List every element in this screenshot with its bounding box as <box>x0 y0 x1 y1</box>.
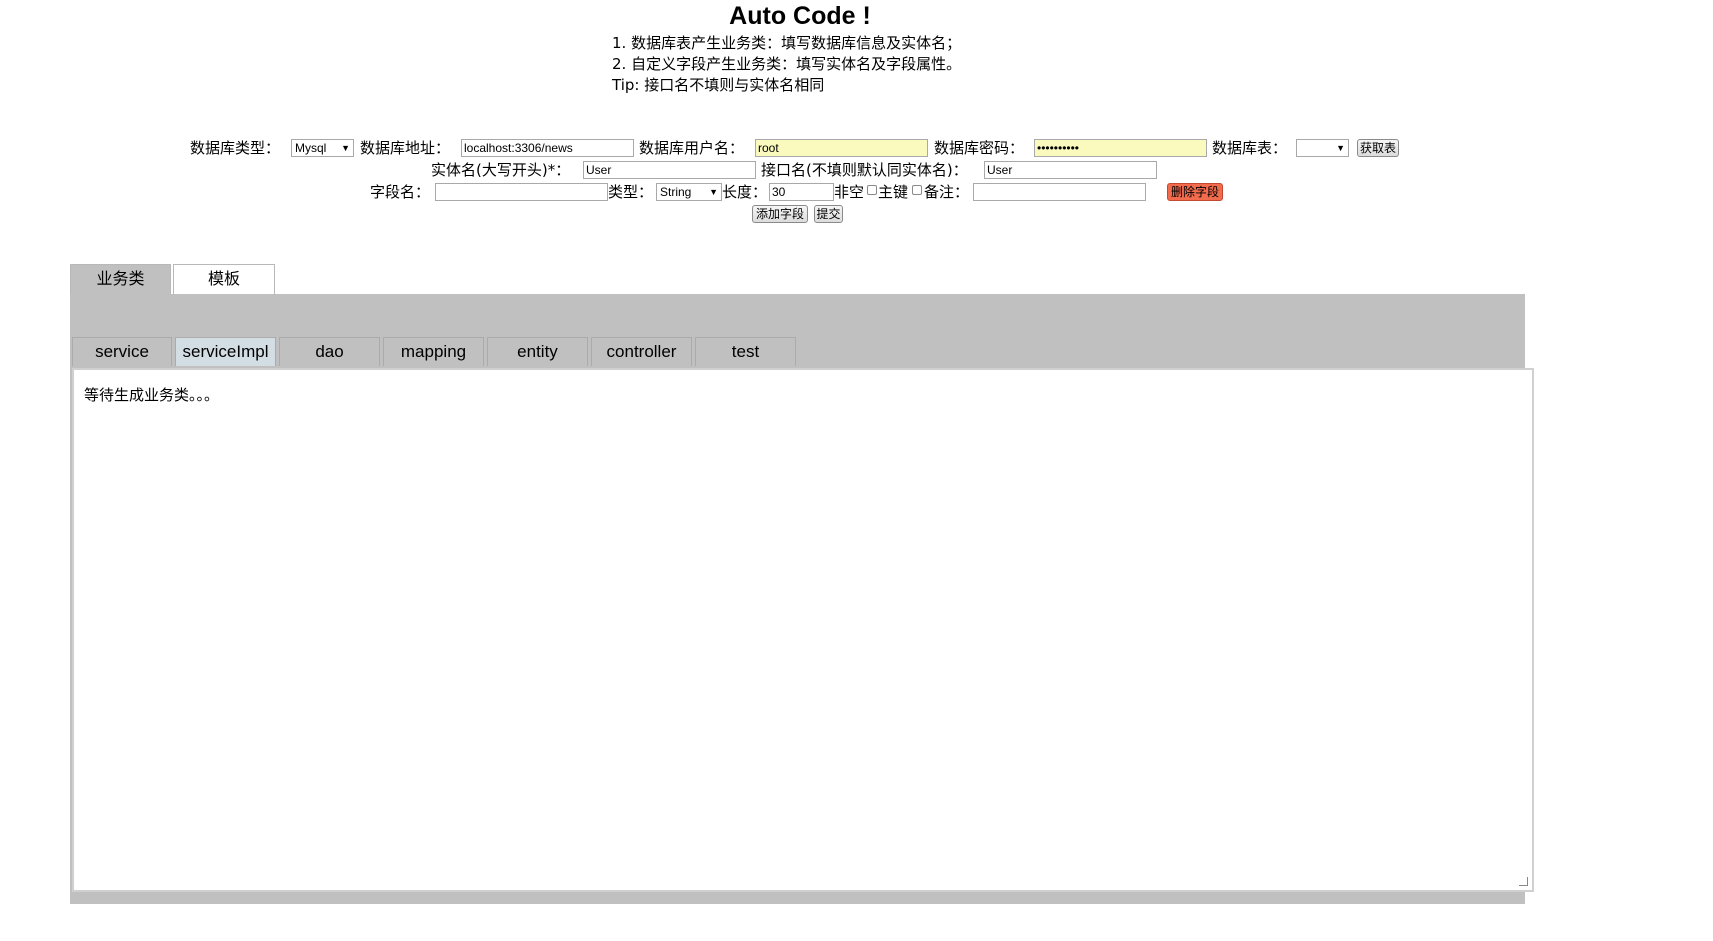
remark-label: 备注： <box>924 183 970 201</box>
instruction-tip: Tip: 接口名不填则与实体名相同 <box>612 76 825 94</box>
db-url-label: 数据库地址： <box>360 139 451 157</box>
output-textarea[interactable]: 等待生成业务类。。。 <box>72 368 1534 892</box>
get-tables-button[interactable]: 获取表 <box>1357 139 1399 157</box>
resize-handle-icon[interactable] <box>1519 877 1528 886</box>
dropdown-arrow-icon: ▼ <box>341 143 350 153</box>
not-null-label: 非空 <box>834 183 865 201</box>
interface-name-label: 接口名(不填则默认同实体名)： <box>761 161 968 179</box>
subtab-controller[interactable]: controller <box>591 337 692 366</box>
submit-button[interactable]: 提交 <box>814 205 843 223</box>
field-name-label: 字段名： <box>370 183 431 201</box>
db-user-label: 数据库用户名： <box>639 139 745 157</box>
tab-business-class[interactable]: 业务类 <box>70 264 171 295</box>
db-table-label: 数据库表： <box>1212 139 1288 157</box>
db-table-select[interactable]: ▼ <box>1296 139 1349 157</box>
db-user-input[interactable]: root <box>755 139 928 157</box>
instruction-line-1: 1. 数据库表产生业务类：填写数据库信息及实体名； <box>612 34 962 52</box>
length-input[interactable]: 30 <box>769 183 834 201</box>
length-label: 长度： <box>722 183 768 201</box>
db-url-input[interactable]: localhost:3306/news <box>461 139 634 157</box>
db-type-label: 数据库类型： <box>190 139 281 157</box>
not-null-checkbox[interactable] <box>867 185 877 195</box>
db-type-value: Mysql <box>295 141 327 155</box>
entity-name-input[interactable]: User <box>583 161 756 179</box>
primary-key-checkbox[interactable] <box>912 185 922 195</box>
page-title: Auto Code ! <box>729 2 871 30</box>
subtab-entity[interactable]: entity <box>487 337 588 366</box>
subtab-serviceimpl[interactable]: serviceImpl <box>175 337 276 366</box>
field-type-value: String <box>660 185 692 199</box>
output-text: 等待生成业务类。。。 <box>84 386 220 404</box>
field-type-label: 类型： <box>608 183 654 201</box>
field-type-select[interactable]: String ▼ <box>656 183 722 201</box>
dropdown-arrow-icon: ▼ <box>709 187 718 197</box>
field-name-input[interactable] <box>435 183 608 201</box>
db-type-select[interactable]: Mysql ▼ <box>291 139 354 157</box>
subtab-service[interactable]: service <box>72 337 172 366</box>
delete-field-button[interactable]: 删除字段 <box>1167 183 1223 201</box>
db-password-label: 数据库密码： <box>934 139 1025 157</box>
db-password-input[interactable]: •••••••••• <box>1034 139 1207 157</box>
add-field-button[interactable]: 添加字段 <box>752 205 808 223</box>
subtab-mapping[interactable]: mapping <box>383 337 484 366</box>
tab-template[interactable]: 模板 <box>173 264 275 295</box>
dropdown-arrow-icon: ▼ <box>1336 143 1345 153</box>
subtab-dao[interactable]: dao <box>279 337 380 366</box>
interface-name-input[interactable]: User <box>984 161 1157 179</box>
subtab-test[interactable]: test <box>695 337 796 366</box>
remark-input[interactable] <box>973 183 1146 201</box>
entity-name-label: 实体名(大写开头)*： <box>431 161 571 179</box>
instruction-line-2: 2. 自定义字段产生业务类：填写实体名及字段属性。 <box>612 55 962 73</box>
primary-key-label: 主键 <box>878 183 909 201</box>
